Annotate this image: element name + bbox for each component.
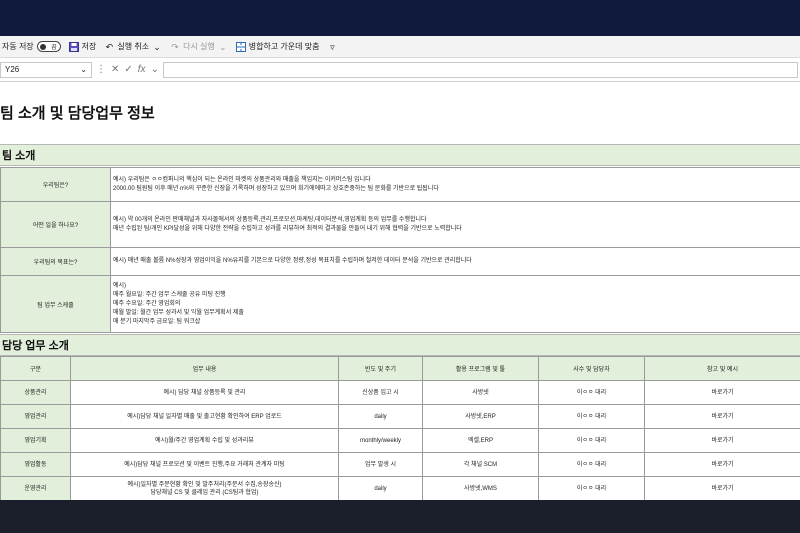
duty-category[interactable]: 영업관리 [0,404,71,429]
column-header[interactable]: 참고 및 예시 [644,356,800,381]
duty-reference-link[interactable]: 바로가기 [644,476,800,500]
chevron-down-icon[interactable]: ⌄ [80,65,87,74]
duty-owner[interactable]: 이ㅇㅇ 대리 [538,404,645,429]
intro-text[interactable]: 예시) 매년 매출 볼륨 N%성장과 영업이익을 N%유지를 기본으로 다양한 … [110,247,800,276]
duty-tools[interactable]: 사방넷,WMS [422,476,539,500]
intro-text[interactable]: 예시) 우리팀은 ㅇㅇ컴퍼니의 핵심이 되는 온라인 마켓의 상품관리와 매출을… [110,167,800,202]
section-team-intro-header: 팀 소개 [0,144,800,166]
insert-function-button[interactable]: fx [138,64,146,75]
table-row: 상품관리 예시) 담당 채널 상품등록 및 관리 신상품 입고 시 사방넷 이ㅇ… [0,380,800,405]
duty-category[interactable]: 영업활동 [0,452,71,477]
merge-cells-icon [235,41,246,52]
undo-label: 실행 취소 [117,42,150,51]
autosave-toggle[interactable]: 끔 [36,41,61,52]
intro-row: 우리팀은? 예시) 우리팀은 ㅇㅇ컴퍼니의 핵심이 되는 온라인 마켓의 상품관… [0,167,800,202]
column-header[interactable]: 구분 [0,356,71,381]
duty-owner[interactable]: 이ㅇㅇ 대리 [538,428,645,453]
chevron-down-icon[interactable]: ⌄ [218,42,228,52]
duty-reference-link[interactable]: 바로가기 [644,428,800,453]
save-icon [68,41,79,52]
dropdown-arrow-icon: ▿ [330,41,335,52]
intro-text[interactable]: 예시) 매주 월요일: 주간 업무 스케줄 공유 미팅 진행 매주 수요일: 주… [110,275,800,333]
intro-row: 우리팀의 목표는? 예시) 매년 매출 볼륨 N%성장과 영업이익을 N%유지를… [0,247,800,276]
save-label: 저장 [81,42,97,51]
undo-button[interactable]: ↶ 실행 취소 ⌄ [104,41,162,52]
sheet-title: 팀 소개 및 담당업무 정보 [0,105,155,122]
undo-icon: ↶ [105,41,114,52]
duty-tools[interactable]: 각 채널 SCM [422,452,539,477]
duty-owner[interactable]: 이ㅇㅇ 대리 [538,476,645,500]
redo-button[interactable]: ↷ 다시 실행 ⌄ [170,41,228,52]
formula-bar: Y26 ⌄ ⋮ ✕ ✓ fx ⌄ [0,58,800,82]
table-row: 영업기획 예시)월/주간 영업계획 수립 및 성과리뷰 monthly/week… [0,428,800,453]
duty-owner[interactable]: 이ㅇㅇ 대리 [538,380,645,405]
screen: 자동 저장 끔 저장 ↶ 실행 취소 ⌄ ↷ 다시 실행 ⌄ 병합하고 가운데 … [0,0,800,533]
formula-input[interactable] [162,61,798,78]
section-duties-header: 담당 업무 소개 [0,334,800,356]
duty-owner[interactable]: 이ㅇㅇ 대리 [538,452,645,477]
team-intro-table: 우리팀은? 예시) 우리팀은 ㅇㅇ컴퍼니의 핵심이 되는 온라인 마켓의 상품관… [0,167,800,333]
table-row: 운영관리 예시)일자별 주문현황 확인 및 발주처리(주문서 수집,송장송신) … [0,476,800,500]
intro-label[interactable]: 우리팀의 목표는? [0,247,111,276]
chevron-down-icon[interactable]: ⌄ [152,42,162,52]
duty-reference-link[interactable]: 바로가기 [644,404,800,429]
formula-controls: ⋮ ✕ ✓ fx ⌄ [96,64,159,75]
taskbar-band [0,500,800,533]
confirm-icon[interactable]: ✓ [124,64,132,75]
duty-description[interactable]: 예시)담당 채널 프로모션 및 이벤트 진행,주요 거래처 관계자 미팅 [70,452,339,477]
fx-label: fx [137,64,146,75]
duties-header-row: 구분 업무 내용 빈도 및 주기 활용 프로그램 및 툴 사수 및 담당자 참고… [0,356,800,381]
name-box[interactable]: Y26 ⌄ [0,61,92,78]
duty-description[interactable]: 예시)담당 채널 일자별 매출 및 출고현황 확인하여 ERP 업로드 [70,404,339,429]
save-button[interactable]: 저장 [68,41,97,52]
column-header[interactable]: 빈도 및 주기 [338,356,423,381]
redo-label: 다시 실행 [183,42,215,51]
merge-label: 병합하고 가운데 맞춤 [248,42,320,51]
duty-description[interactable]: 예시)일자별 주문현황 확인 및 발주처리(주문서 수집,송장송신) 담당채널 … [70,476,339,500]
quick-access-toolbar: 자동 저장 끔 저장 ↶ 실행 취소 ⌄ ↷ 다시 실행 ⌄ 병합하고 가운데 … [0,36,800,58]
column-header[interactable]: 활용 프로그램 및 툴 [422,356,539,381]
table-row: 영업관리 예시)담당 채널 일자별 매출 및 출고현황 확인하여 ERP 업로드… [0,404,800,429]
more-icon: ⋮ [96,64,106,75]
intro-row: 팀 업무 스케줄 예시) 매주 월요일: 주간 업무 스케줄 공유 미팅 진행 … [0,275,800,333]
autosave-control[interactable]: 자동 저장 끔 [2,41,61,52]
duty-category[interactable]: 상품관리 [0,380,71,405]
duty-frequency[interactable]: 업무 발생 시 [338,452,423,477]
duty-tools[interactable]: 사방넷 [422,380,539,405]
duty-category[interactable]: 운영관리 [0,476,71,500]
cell-reference: Y26 [5,65,20,74]
duty-reference-link[interactable]: 바로가기 [644,380,800,405]
duty-tools[interactable]: 엑셀,ERP [422,428,539,453]
merge-center-button[interactable]: 병합하고 가운데 맞춤 [235,41,320,52]
duty-frequency[interactable]: monthly/weekly [338,428,423,453]
customize-toolbar-button[interactable]: ▿ [327,42,337,52]
redo-icon: ↷ [171,41,179,52]
autosave-label: 자동 저장 [2,42,34,51]
chevron-down-icon[interactable]: ⌄ [151,64,159,75]
duty-tools[interactable]: 사방넷,ERP [422,404,539,429]
duty-category[interactable]: 영업기획 [0,428,71,453]
autosave-state: 끔 [51,45,57,51]
cancel-icon[interactable]: ✕ [111,64,119,75]
duty-frequency[interactable]: 신상품 입고 시 [338,380,423,405]
duty-description[interactable]: 예시)월/주간 영업계획 수립 및 성과리뷰 [70,428,339,453]
intro-label[interactable]: 어떤 일을 하나요? [0,201,111,248]
intro-text[interactable]: 예시) 약 00개의 온라인 판매채널과 자사몰에서의 상품등록,관리,프로모션… [110,201,800,248]
intro-label[interactable]: 우리팀은? [0,167,111,202]
duty-description[interactable]: 예시) 담당 채널 상품등록 및 관리 [70,380,339,405]
duties-table: 구분 업무 내용 빈도 및 주기 활용 프로그램 및 툴 사수 및 담당자 참고… [0,356,800,500]
column-header[interactable]: 사수 및 담당자 [538,356,645,381]
window-top-band [0,0,800,36]
toggle-knob-icon [39,43,46,50]
column-header[interactable]: 업무 내용 [70,356,339,381]
duty-frequency[interactable]: daily [338,404,423,429]
duty-frequency[interactable]: daily [338,476,423,500]
worksheet-grid[interactable]: 팀 소개 및 담당업무 정보 팀 소개 우리팀은? 예시) 우리팀은 ㅇㅇ컴퍼니… [0,82,800,500]
table-row: 영업활동 예시)담당 채널 프로모션 및 이벤트 진행,주요 거래처 관계자 미… [0,452,800,477]
duty-reference-link[interactable]: 바로가기 [644,452,800,477]
intro-row: 어떤 일을 하나요? 예시) 약 00개의 온라인 판매채널과 자사몰에서의 상… [0,201,800,248]
intro-label[interactable]: 팀 업무 스케줄 [0,275,111,333]
